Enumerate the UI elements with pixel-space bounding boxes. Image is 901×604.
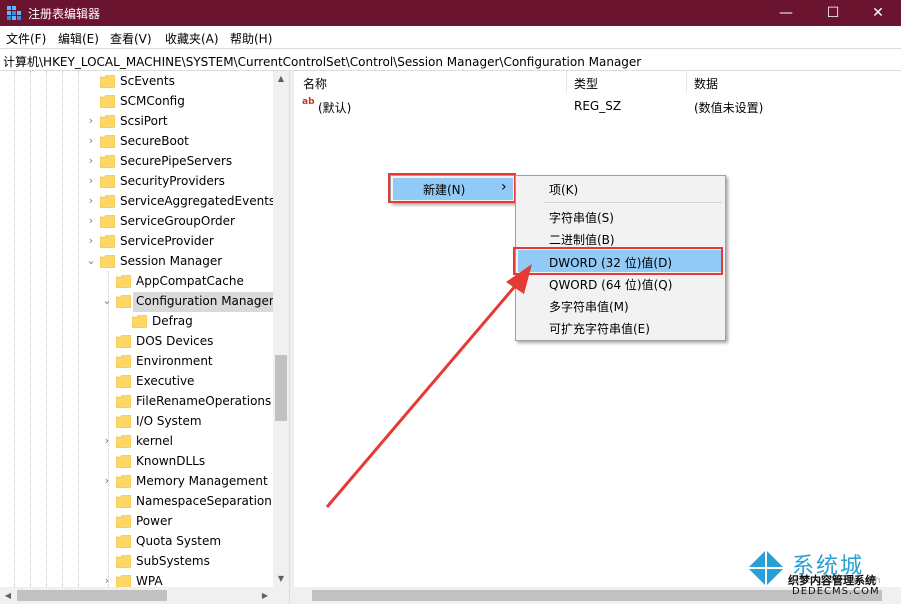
annotation-arrow [325,264,532,508]
annotation-arrow-line [325,277,524,508]
watermark: 系统城 xitongcheng.com 织梦内容管理系统 DEDECMS.COM [740,542,901,604]
windows-logo-icon [748,550,784,586]
annotation-arrow-head [506,264,532,294]
watermark-url: DEDECMS.COM [792,586,880,597]
